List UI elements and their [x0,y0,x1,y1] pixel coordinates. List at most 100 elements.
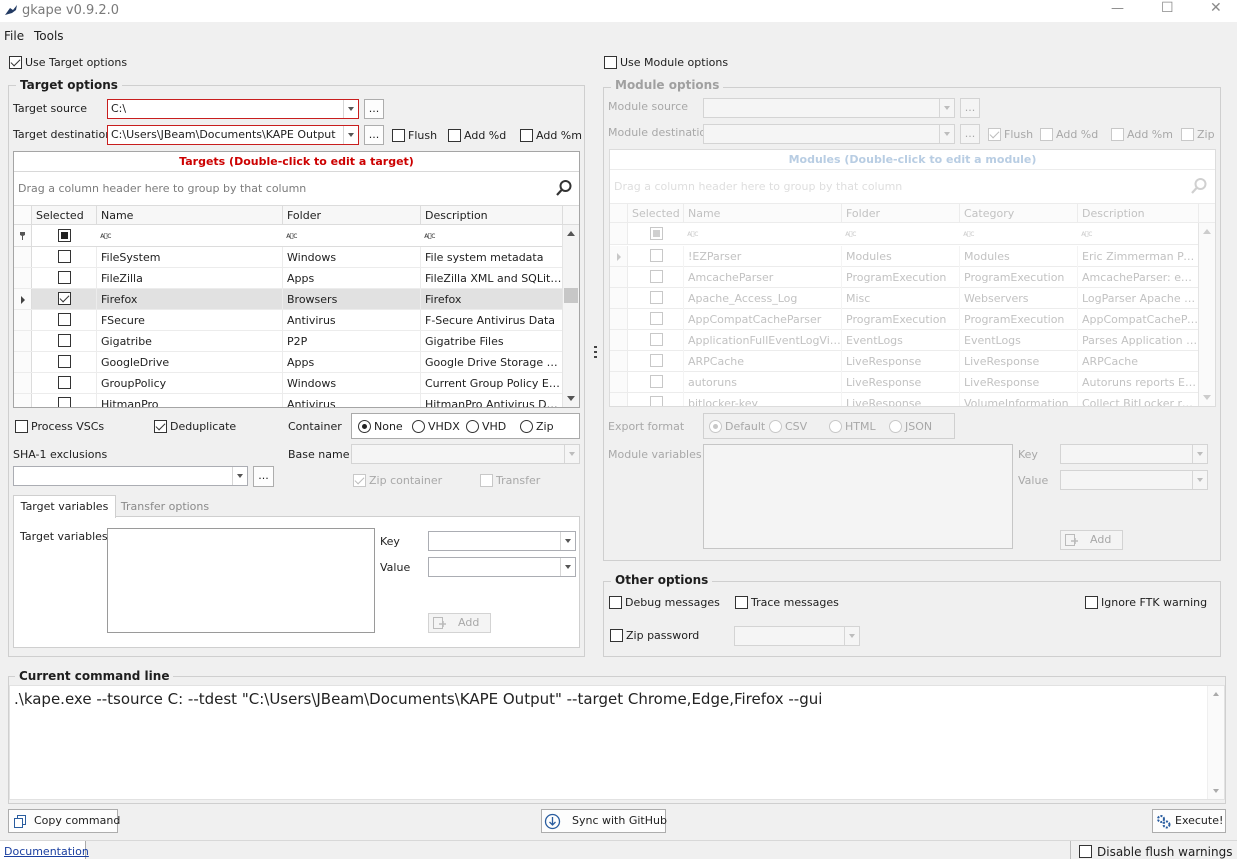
status-divider [1070,841,1071,859]
transfer-checkbox [480,474,493,487]
container-zip-radio[interactable] [520,420,533,433]
cell-folder: ProgramExecution [842,267,960,288]
target-source-combo[interactable]: C:\ [107,99,359,119]
export-csv-label: CSV [785,420,808,433]
select-all-checkbox[interactable] [58,229,71,242]
row-select-checkbox[interactable] [58,397,71,407]
chevron-down-icon[interactable] [1213,789,1219,793]
target-flush-checkbox[interactable] [392,129,405,142]
row-select-checkbox [650,291,663,304]
target-value-label: Value [380,561,411,574]
ignore-ftk-warning-checkbox[interactable] [1085,596,1098,609]
target-destination-browse-button[interactable]: ... [364,125,384,145]
row-select-checkbox[interactable] [58,271,71,284]
tab-transfer-options[interactable]: Transfer options [117,496,213,518]
sync-with-github-button[interactable]: Sync with GitHub [541,809,667,833]
filter-folder-icon[interactable]: ᴀ▯ᴄ [286,231,298,240]
table-row[interactable]: HitmanPro Antivirus HitmanPro Antivirus Da… [14,394,579,407]
sha1-exclusions-label: SHA-1 exclusions [13,448,108,461]
command-line-textbox[interactable]: .\kape.exe --tsource C: --tdest "C:\User… [9,685,1225,800]
disable-flush-warnings-checkbox[interactable] [1079,845,1092,858]
target-add-m-checkbox[interactable] [520,129,533,142]
cell-name: !EZParser [684,246,842,267]
container-vhd-label: VHD [482,420,507,433]
target-variables-list[interactable] [107,528,375,633]
column-header-selected[interactable]: Selected [32,206,97,224]
table-row: AmcacheParser ProgramExecution ProgramExec… [610,267,1215,288]
table-row: !EZParser Modules Modules Eric Zimmerman Pa… [610,246,1215,267]
row-select-checkbox[interactable] [58,250,71,263]
container-vhdx-radio[interactable] [412,420,425,433]
maximize-button[interactable]: ☐ [1161,1,1174,15]
row-select-checkbox[interactable] [58,292,71,305]
sha1-browse-button[interactable]: ... [253,466,274,487]
filter-description-icon[interactable]: ᴀ▯ᴄ [424,231,436,240]
table-row[interactable]: Gigatribe P2P Gigatribe Files [14,331,579,352]
splitter-handle[interactable] [594,346,597,360]
targets-filter-row[interactable]: ᴀ▯ᴄ ᴀ▯ᴄ ᴀ▯ᴄ [14,225,579,247]
chevron-down-icon[interactable] [560,558,575,576]
table-row[interactable]: GoogleDrive Apps Google Drive Storage File… [14,352,579,373]
use-module-options-label: Use Module options [620,56,729,69]
deduplicate-checkbox[interactable] [154,420,167,433]
module-zip-label: Zip [1197,128,1215,141]
table-row[interactable]: Firefox Browsers Firefox [14,289,579,310]
column-header-name[interactable]: Name [97,206,283,224]
table-row[interactable]: FileSystem Windows File system metadata [14,247,579,268]
filter-name-icon[interactable]: ᴀ▯ᴄ [100,231,112,240]
use-target-options-checkbox[interactable] [9,56,22,69]
target-value-combo[interactable] [428,557,576,577]
row-select-checkbox[interactable] [58,355,71,368]
column-header-folder[interactable]: Folder [283,206,421,224]
row-select-checkbox[interactable] [58,313,71,326]
container-vhd-radio[interactable] [466,420,479,433]
target-add-d-checkbox[interactable] [448,129,461,142]
table-row[interactable]: FileZillaAppsFileZilla XML and SQLite Lo… [14,268,579,289]
module-source-browse-button: ... [960,98,980,118]
cell-description: Google Drive Storage File... [421,352,563,373]
execute-button[interactable]: Execute! [1152,809,1226,833]
menu-tools[interactable]: Tools [34,29,64,43]
chevron-down-icon[interactable] [232,467,247,485]
targets-grid[interactable]: Targets (Double-click to edit a target) … [13,151,580,408]
target-source-browse-button[interactable]: ... [364,99,384,119]
table-row: ApplicationFullEventLogView EventLogs Even… [610,330,1215,351]
chevron-up-icon[interactable] [567,231,575,236]
search-icon[interactable] [555,179,573,197]
other-options-group [603,581,1221,657]
menu-file[interactable]: File [4,29,24,43]
table-row[interactable]: GroupPolicy Windows Current Group Policy E… [14,373,579,394]
chevron-down-icon[interactable] [567,396,575,401]
chevron-up-icon[interactable] [1213,692,1219,696]
chevron-down-icon[interactable] [343,126,358,144]
search-icon [1191,178,1207,194]
select-all-checkbox [650,227,663,240]
minimize-button[interactable]: — [1111,2,1124,16]
debug-messages-checkbox[interactable] [609,596,622,609]
zip-password-checkbox[interactable] [610,629,623,642]
table-row[interactable]: FSecure Antivirus F-Secure Antivirus Data [14,310,579,331]
row-select-checkbox[interactable] [58,334,71,347]
row-select-checkbox[interactable] [58,376,71,389]
row-select-checkbox [650,333,663,346]
process-vscs-checkbox[interactable] [15,420,28,433]
copy-command-button[interactable]: Copy command [8,809,120,833]
column-header-description[interactable]: Description [421,206,563,224]
container-none-radio[interactable] [358,420,371,433]
ignore-ftk-warning-label: Ignore FTK warning [1101,596,1208,609]
use-module-options-checkbox[interactable] [604,56,617,69]
sha1-exclusions-combo[interactable] [13,466,248,486]
command-scrollbar[interactable] [1207,686,1224,799]
trace-messages-checkbox[interactable] [735,596,748,609]
target-key-combo[interactable] [428,531,576,551]
targets-scrollbar[interactable] [562,225,579,407]
tab-target-variables[interactable]: Target variables [13,495,116,518]
chevron-down-icon[interactable] [343,100,358,118]
export-default-label: Default [725,420,766,433]
modules-grid-title: Modules (Double-click to edit a module) [610,150,1215,170]
target-destination-combo[interactable]: C:\Users\JBeam\Documents\KAPE Output [107,125,359,145]
chevron-down-icon[interactable] [560,532,575,550]
scrollbar-thumb[interactable] [564,288,578,303]
documentation-link[interactable]: Documentation [4,845,89,859]
close-button[interactable]: ✕ [1210,1,1222,15]
